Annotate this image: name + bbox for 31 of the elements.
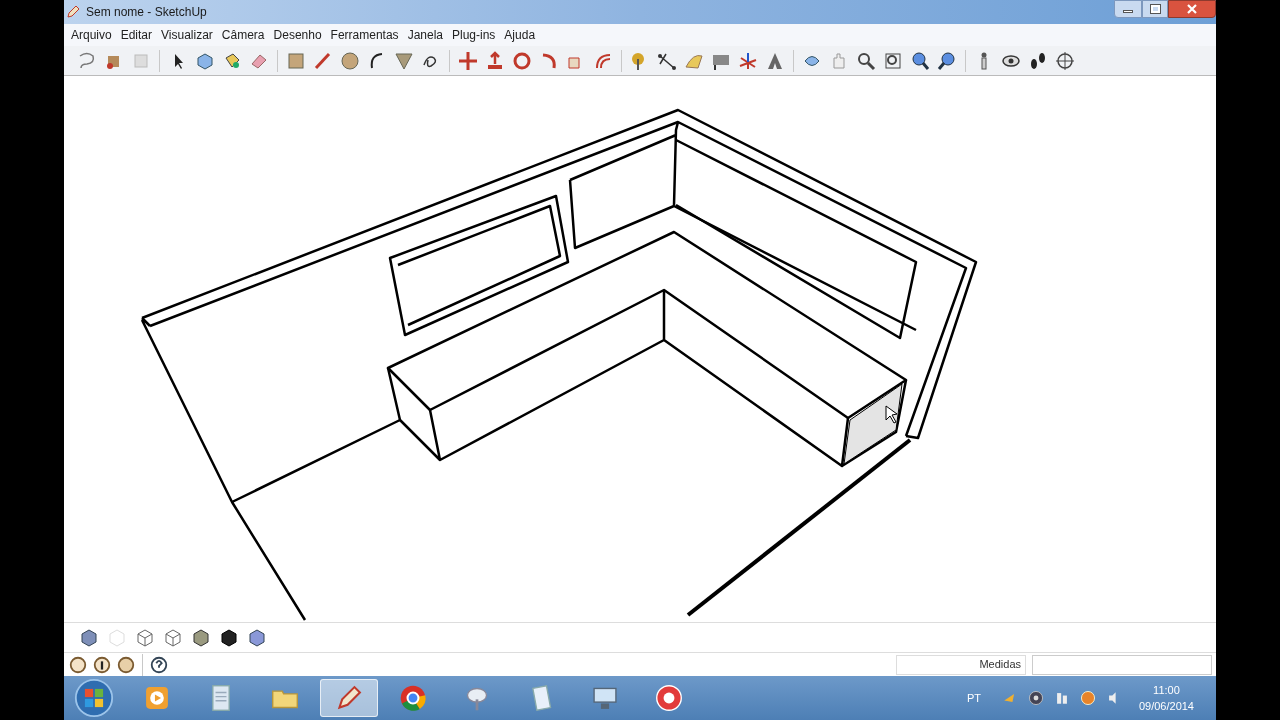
crosshair-icon[interactable]: [1054, 49, 1076, 72]
circle-icon[interactable]: [116, 654, 136, 675]
circle-icon[interactable]: [1026, 689, 1045, 707]
menu-item[interactable]: Desenho: [273, 26, 322, 44]
maximize-button[interactable]: [1142, 0, 1168, 18]
browser-icon: [398, 683, 428, 713]
close-button[interactable]: [1168, 0, 1216, 18]
help-icon[interactable]: [149, 654, 169, 675]
measurements-label: Medidas: [979, 657, 1021, 673]
menu-item[interactable]: Plug-ins: [452, 26, 496, 44]
menu-item[interactable]: Ajuda: [504, 26, 536, 44]
start-button[interactable]: [74, 678, 114, 718]
pencil-icon: [66, 5, 80, 19]
mouse-cursor-icon: [885, 405, 898, 424]
menu-item[interactable]: Janela: [407, 26, 443, 44]
taskbar-button[interactable]: [320, 679, 378, 717]
menu-item[interactable]: Editar: [120, 26, 153, 44]
clock-date[interactable]: 09/06/2014: [1138, 698, 1194, 714]
record-button-icon: [654, 683, 684, 713]
measurements-field[interactable]: [1032, 654, 1212, 675]
circle-icon[interactable]: [68, 654, 88, 675]
language-indicator[interactable]: PT: [966, 689, 981, 707]
menu-item[interactable]: Visualizar: [161, 26, 213, 44]
menu-item[interactable]: Ferramentas: [330, 26, 399, 44]
circle-icon[interactable]: [339, 49, 361, 72]
close-icon: [1187, 4, 1197, 14]
info-icon[interactable]: [92, 654, 112, 675]
menu-item[interactable]: Arquivo: [71, 26, 112, 44]
minimize-button[interactable]: [1114, 0, 1142, 18]
window-title: Sem nome - SketchUp: [86, 4, 207, 21]
menu-item[interactable]: Câmera: [221, 26, 265, 44]
